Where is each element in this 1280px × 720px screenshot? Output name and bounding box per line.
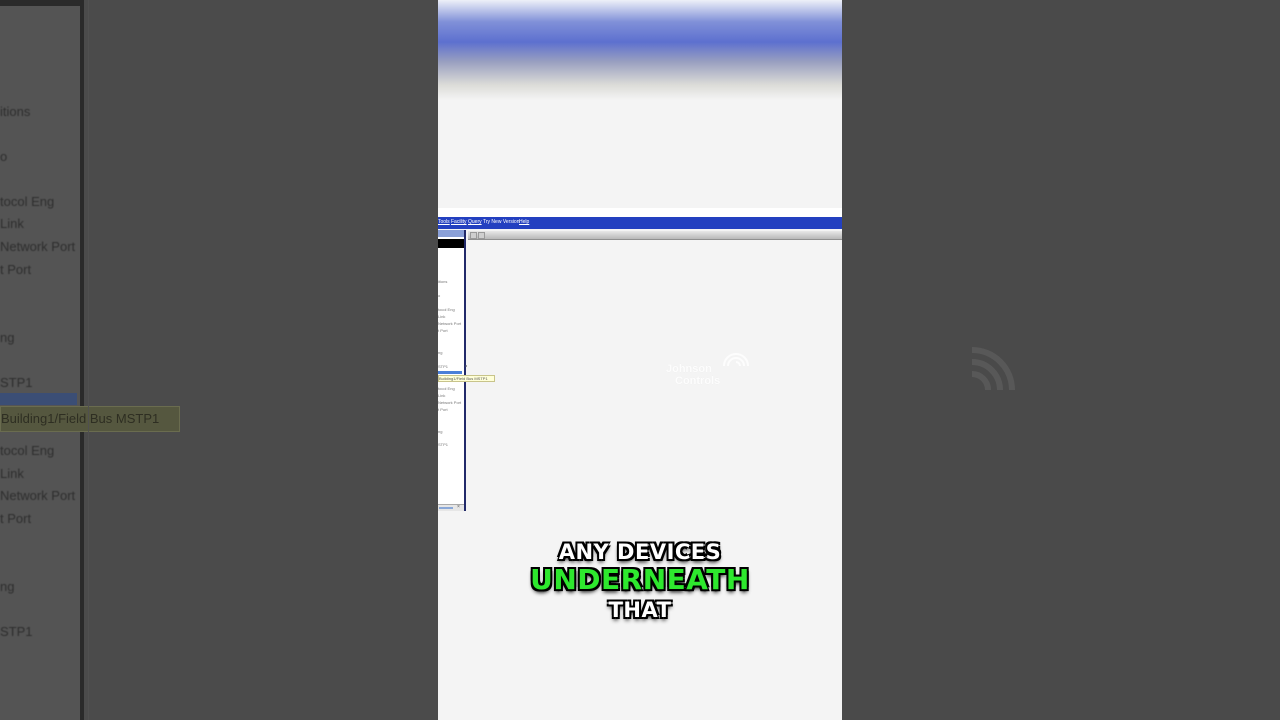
background-tooltip: Building1/Field Bus MSTP1 xyxy=(0,406,180,432)
logo-text-line2: Controls xyxy=(675,375,721,387)
caption-line-3: THAT xyxy=(608,598,672,622)
background-nav-item: STP1 xyxy=(0,375,33,390)
tree-item[interactable]: Network Port xyxy=(438,321,461,326)
menu-item-query[interactable]: Query xyxy=(468,219,482,225)
pane-header xyxy=(438,230,464,237)
johnson-controls-logo: Johnson Controls xyxy=(666,352,756,392)
tree-item[interactable]: itions xyxy=(438,279,447,284)
background-nav-item: STP1 xyxy=(0,624,33,639)
background-nav-item: Network Port xyxy=(0,488,76,503)
background-splitter xyxy=(88,0,89,720)
menu-bar: Tools Facility Query Try New Version Hel… xyxy=(438,217,842,229)
tree-item[interactable]: STP1 xyxy=(438,442,448,447)
tree-item[interactable]: tocol Eng xyxy=(438,307,455,312)
background-nav-item: ng xyxy=(0,330,15,345)
background-nav-item: Link xyxy=(0,216,24,231)
window-top-edge xyxy=(438,208,842,217)
background-nav-item: Network Port xyxy=(0,239,76,254)
caption-line-1: ANY DEVICES xyxy=(558,540,722,564)
background-nav-item: Link xyxy=(0,466,24,481)
tree-item[interactable]: t Port xyxy=(438,328,448,333)
tree-item[interactable]: o xyxy=(438,293,440,298)
ghost-logo-icon xyxy=(971,347,1015,391)
pane-title-bar xyxy=(438,239,464,248)
background-nav-item: tocol Eng xyxy=(0,194,55,209)
logo-mark-icon xyxy=(723,353,749,367)
background-nav-item: t Port xyxy=(0,511,32,526)
menu-item-tools[interactable]: Tools xyxy=(438,219,450,225)
scrollbar-thumb[interactable] xyxy=(439,507,453,509)
tree-item[interactable]: tocol Eng xyxy=(438,386,455,391)
navigation-tree-pane: itions o tocol Eng Link Network Port t P… xyxy=(438,230,466,511)
background-panel-border xyxy=(0,0,82,6)
background-left: itions o tocol Eng Link Network Port t P… xyxy=(0,0,438,720)
background-nav-item: o xyxy=(0,149,8,164)
tooltip: Building1/Field Bus MSTP1 xyxy=(438,375,495,382)
tree-selection-highlight xyxy=(438,371,462,374)
background-nav-item: t Port xyxy=(0,262,32,277)
video-frame: Tools Facility Query Try New Version Hel… xyxy=(438,0,842,720)
background-nav-item: tocol Eng xyxy=(0,443,55,458)
tree-item[interactable]: Link xyxy=(438,314,445,319)
toolbar-button[interactable] xyxy=(470,232,477,239)
menu-item-try-new-version[interactable]: Try New Version xyxy=(483,219,520,225)
close-icon[interactable]: × xyxy=(457,504,460,510)
pane-scrollbar[interactable]: × xyxy=(438,504,464,511)
background-nav-item: ng xyxy=(0,579,15,594)
tree-item[interactable]: ng xyxy=(438,429,442,434)
blurred-banner xyxy=(438,0,842,100)
tree-item[interactable]: STP1 xyxy=(438,364,448,369)
tree-item[interactable]: Network Port xyxy=(438,400,461,405)
tree-item[interactable]: t Port xyxy=(438,407,448,412)
splitter-handle-icon[interactable]: ◂ xyxy=(465,363,467,368)
logo-text-line1: Johnson xyxy=(666,363,712,375)
tree-item[interactable]: ng xyxy=(438,350,442,355)
menu-item-facility[interactable]: Facility xyxy=(451,219,467,225)
background-selection-highlight xyxy=(0,393,77,405)
background-nav-item: itions xyxy=(0,104,31,119)
toolbar-button[interactable] xyxy=(478,232,485,239)
caption-line-2: UNDERNEATH xyxy=(530,563,750,596)
tree-item[interactable]: Link xyxy=(438,393,445,398)
background-right xyxy=(842,0,1280,720)
menu-item-help[interactable]: Help xyxy=(519,219,529,225)
toolbar xyxy=(468,231,842,240)
